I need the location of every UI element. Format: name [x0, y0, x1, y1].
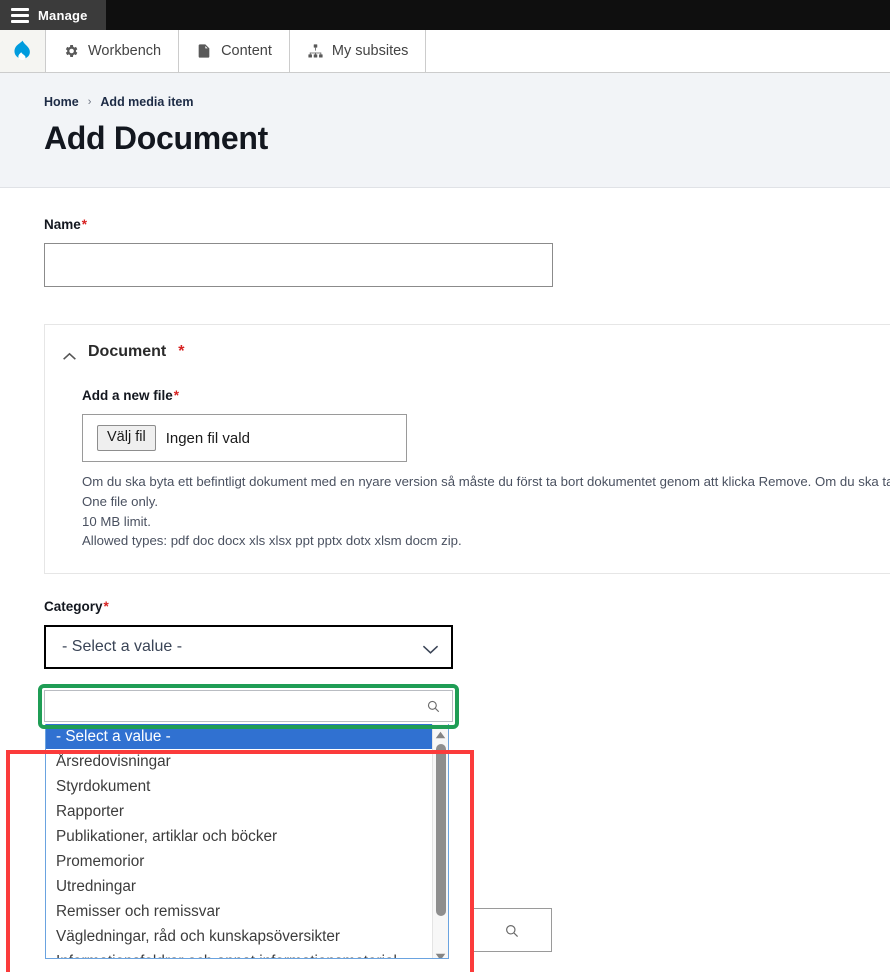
- page-title: Add Document: [44, 120, 268, 156]
- category-options-column: - Select a value - Årsredovisningar Styr…: [46, 724, 432, 958]
- category-options-list[interactable]: - Select a value - Årsredovisningar Styr…: [45, 724, 449, 960]
- required-marker: *: [103, 599, 109, 615]
- chevron-up-icon: [62, 348, 77, 360]
- manage-menu-button[interactable]: Manage: [0, 0, 106, 30]
- name-field-wrapper: Name*: [0, 188, 890, 287]
- category-option[interactable]: Publikationer, artiklar och böcker: [46, 824, 432, 849]
- tab-my-subsites-label: My subsites: [331, 43, 409, 59]
- tab-workbench-label: Workbench: [88, 43, 162, 59]
- breadcrumb-item-home[interactable]: Home: [44, 95, 79, 109]
- tab-my-subsites[interactable]: My subsites: [289, 30, 427, 72]
- document-fieldset: Document * Add a new file* Välj fil Inge…: [44, 324, 890, 575]
- name-input[interactable]: [44, 243, 553, 287]
- scrollbar-thumb[interactable]: [436, 744, 446, 917]
- category-option[interactable]: Promemorior: [46, 849, 432, 874]
- choose-file-button[interactable]: Välj fil: [97, 425, 156, 451]
- file-description-line-3: 10 MB limit.: [82, 513, 151, 529]
- tab-content-label: Content: [221, 43, 272, 59]
- category-label: Category*: [44, 599, 109, 615]
- scrollbar-track[interactable]: [433, 734, 448, 948]
- page-header: Home › Add media item Add Document: [0, 73, 890, 188]
- category-option[interactable]: Vägledningar, råd och kunskapsöversikter: [46, 924, 432, 949]
- hamburger-icon: [11, 7, 29, 23]
- document-fieldset-content: Add a new file* Välj fil Ingen fil vald …: [45, 361, 890, 551]
- drupal-logo-icon[interactable]: [0, 30, 46, 72]
- tab-content[interactable]: Content: [179, 30, 290, 72]
- category-option[interactable]: Informationsfoldrar och annat informatio…: [46, 949, 432, 958]
- required-marker: *: [173, 388, 180, 403]
- required-marker: *: [81, 217, 88, 232]
- file-description-line-1: Om du ska byta ett befintligt dokument m…: [82, 474, 890, 489]
- document-fieldset-legend: Document: [88, 343, 167, 360]
- manage-label: Manage: [38, 7, 88, 23]
- add-new-file-label: Add a new file*: [82, 388, 180, 403]
- category-selected-value: - Select a value -: [62, 638, 183, 656]
- breadcrumb: Home › Add media item: [44, 95, 890, 109]
- scroll-up-arrow-icon[interactable]: [435, 726, 446, 739]
- category-option[interactable]: Remisser och remissvar: [46, 899, 432, 924]
- sitemap-icon: [307, 43, 323, 59]
- category-option[interactable]: Rapporter: [46, 799, 432, 824]
- search-icon: [504, 923, 519, 938]
- gear-icon: [63, 43, 79, 59]
- category-option[interactable]: Styrdokument: [46, 774, 432, 799]
- admin-tab-bar: Workbench Content My subsites: [0, 30, 890, 73]
- breadcrumb-separator-icon: ›: [87, 96, 92, 108]
- category-select-toggle[interactable]: - Select a value -: [44, 625, 453, 670]
- document-fieldset-toggle[interactable]: Document *: [45, 343, 890, 361]
- admin-toolbar: Manage: [0, 0, 890, 30]
- category-field-wrapper: Category* - Select a value - - Select a …: [0, 574, 890, 960]
- category-option[interactable]: - Select a value -: [46, 724, 432, 750]
- required-marker: *: [178, 343, 185, 360]
- chevron-down-icon: [422, 642, 439, 655]
- file-status-text: Ingen fil vald: [165, 429, 250, 447]
- options-scrollbar[interactable]: [432, 724, 448, 959]
- scroll-down-arrow-icon[interactable]: [435, 948, 446, 959]
- name-label: Name*: [44, 217, 88, 232]
- category-search-input[interactable]: [44, 690, 453, 723]
- search-icon: [426, 699, 441, 714]
- category-option[interactable]: Årsredovisningar: [46, 749, 432, 774]
- file-description-line-2: One file only.: [82, 493, 158, 509]
- tab-workbench[interactable]: Workbench: [46, 30, 180, 72]
- secondary-search-field[interactable]: [470, 908, 552, 952]
- breadcrumb-item-add-media[interactable]: Add media item: [100, 95, 193, 109]
- media-form: Name* Document * Add a new file* Välj fi…: [0, 188, 890, 972]
- file-description-line-4: Allowed types: pdf doc docx xls xlsx ppt…: [82, 533, 462, 549]
- file-upload-control[interactable]: Välj fil Ingen fil vald: [82, 414, 407, 462]
- document-icon: [196, 43, 212, 59]
- category-option[interactable]: Utredningar: [46, 874, 432, 899]
